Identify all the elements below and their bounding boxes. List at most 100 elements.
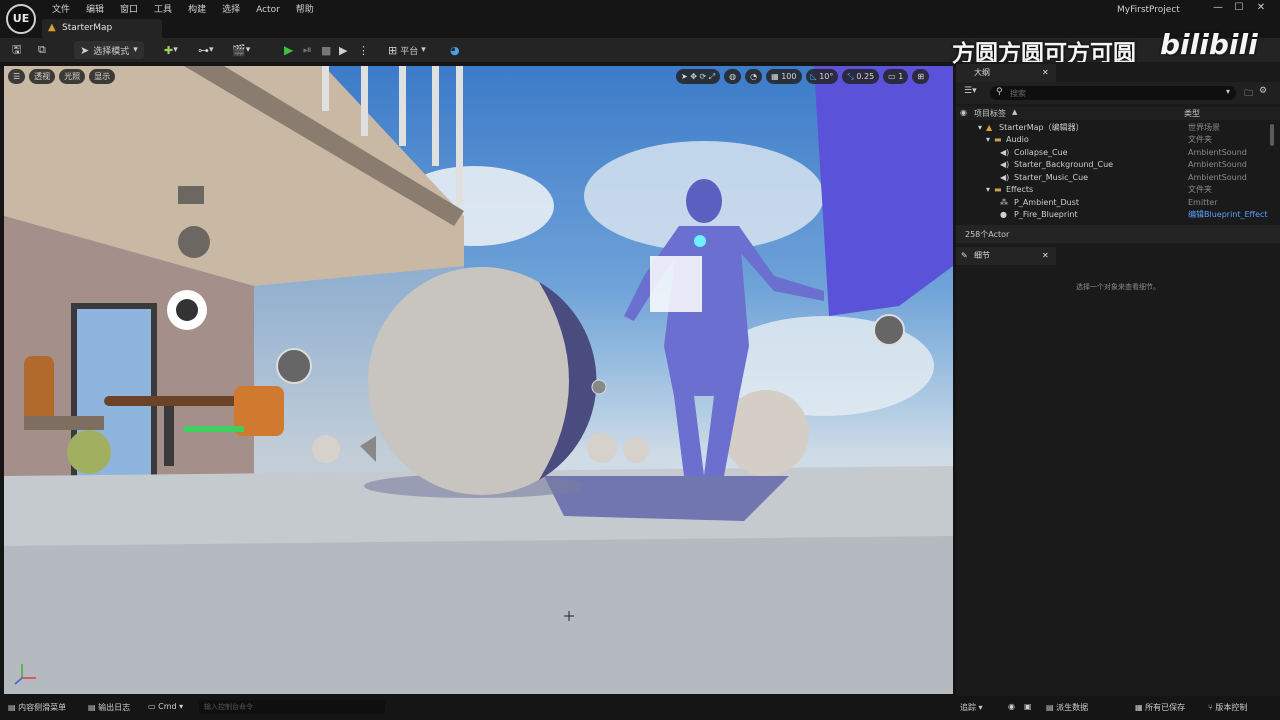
trace-label: 追踪 (960, 703, 976, 712)
cinematics-icon[interactable]: 🎬 ▾ (232, 41, 250, 59)
surface-snap-icon[interactable]: ◔ (745, 69, 763, 84)
camera-icon[interactable]: ▣ (1024, 702, 1032, 711)
title-bar: UE 文件 编辑 窗口 工具 构建 选择 Actor 帮助 ▲ StarterM… (0, 0, 1280, 38)
outliner-row[interactable]: ▾ ▬ Audio 文件夹 (956, 134, 1270, 146)
actor-count: 258个Actor (965, 230, 1010, 239)
trace-dropdown[interactable]: 追踪 ▾ (960, 702, 983, 713)
row-type-link[interactable]: 编辑Blueprint_Effect (1188, 209, 1268, 221)
output-log-button[interactable]: ▤ 输出日志 (88, 702, 130, 713)
maximize-button[interactable]: ☐ (1229, 2, 1249, 16)
launch-icon[interactable]: ▶ (339, 41, 347, 59)
close-icon[interactable]: ✕ (1042, 247, 1049, 265)
row-name: StarterMap（编辑器） (999, 123, 1084, 132)
outliner-row[interactable]: ▾ ▬ Effects 文件夹 (956, 184, 1270, 196)
outliner-row[interactable]: ⁂ P_Ambient_Dust Emitter (956, 197, 1270, 209)
row-type: 世界场景 (1188, 123, 1220, 132)
expand-arrow-icon[interactable]: ▾ (986, 134, 990, 146)
outliner-row[interactable]: ● P_Fire_Blueprint 编辑Blueprint_Effect (956, 209, 1270, 221)
scene-render (4, 66, 953, 694)
menu-build[interactable]: 构建 (180, 4, 214, 16)
play-button[interactable]: ▶ (284, 41, 293, 59)
outliner-filter-bar: ☰▾ ⚲ 搜索 ▾ 🗀 ⚙ (956, 82, 1280, 104)
lit-button[interactable]: 光照 (59, 69, 86, 84)
expand-arrow-icon[interactable]: ▾ (978, 122, 982, 134)
select-mode-dropdown[interactable]: ➤ 选择模式 ▾ (74, 41, 144, 59)
transform-tools[interactable]: ➤ ✥ ⟳ ⤢ (676, 69, 721, 84)
menu-edit[interactable]: 编辑 (78, 4, 112, 16)
menu-help[interactable]: 帮助 (288, 4, 322, 16)
content-browser-icon[interactable]: ⧉ (38, 41, 46, 59)
grid-snap-button[interactable]: ▦ 100 (766, 69, 802, 84)
stop-icon[interactable]: ■ (321, 41, 331, 59)
derived-data-label: 派生数据 (1056, 703, 1089, 712)
cmd-dropdown[interactable]: ▭ Cmd ▾ (148, 702, 183, 711)
viewport-menu-icon[interactable]: ☰ (8, 69, 26, 84)
marketplace-icon[interactable]: ◕ (450, 41, 460, 59)
tab-details[interactable]: ✎ 细节 ✕ (956, 247, 1056, 265)
platform-icon: ⊞ (388, 43, 398, 57)
level-viewport[interactable]: ☰ 透视 光照 显示 ➤ ✥ ⟳ ⤢ ◍ ◔ ▦ 100 ◺ 10° ⤡ 0.2… (4, 66, 953, 694)
settings-icon[interactable]: ⚙ (1259, 86, 1267, 96)
derived-data-button[interactable]: ▤ 派生数据 (1046, 702, 1088, 713)
filter-icon[interactable]: ☰▾ (964, 86, 977, 96)
visibility-icon[interactable]: ◉ (960, 108, 967, 117)
row-name: P_Fire_Blueprint (1014, 210, 1078, 219)
record-icon[interactable]: ◉ (1008, 702, 1015, 711)
outliner-search-input[interactable]: ⚲ 搜索 ▾ (990, 86, 1236, 100)
folder-icon: ▬ (994, 135, 1002, 144)
save-all-button[interactable]: ▦ 所有已保存 (1135, 702, 1185, 713)
row-type: AmbientSound (1188, 160, 1247, 169)
content-drawer-button[interactable]: ▤ 内容侧滑菜单 (8, 702, 66, 713)
outliner-row[interactable]: ◀) Starter_Background_Cue AmbientSound (956, 159, 1270, 171)
row-type: AmbientSound (1188, 148, 1247, 157)
actor-count-bar: 258个Actor (956, 225, 1280, 243)
platform-dropdown[interactable]: ⊞ 平台 ▾ (388, 41, 426, 59)
console-input[interactable]: 输入控制台命令 (199, 700, 385, 714)
add-folder-icon[interactable]: 🗀 (1244, 86, 1253, 102)
outliner-scrollbar[interactable] (1270, 124, 1274, 146)
save-icon[interactable]: 🖫 (12, 41, 21, 59)
world-local-icon[interactable]: ◍ (724, 69, 742, 84)
maximize-viewport-icon[interactable]: ⊞ (912, 69, 930, 84)
sound-icon: ◀) (1000, 148, 1010, 157)
add-actor-icon[interactable]: ✚ ▾ (164, 41, 178, 59)
row-name: Effects (1006, 185, 1034, 194)
step-icon[interactable]: ⏯ (303, 41, 312, 59)
tab-startermap[interactable]: ▲ StarterMap (42, 19, 162, 38)
source-control-button[interactable]: ⑂ 版本控制 (1208, 702, 1247, 713)
camera-speed-button[interactable]: ▭ 1 (883, 69, 909, 84)
outliner-row[interactable]: ▾ ▲ StarterMap（编辑器） 世界场景 (956, 122, 1270, 134)
close-icon[interactable]: ✕ (1042, 64, 1049, 82)
scale-snap-button[interactable]: ⤡ 0.25 (842, 69, 880, 84)
lit-label: 光照 (64, 72, 81, 81)
expand-arrow-icon[interactable]: ▾ (986, 184, 990, 196)
unreal-logo[interactable]: UE (6, 4, 36, 34)
cursor-icon: ➤ (80, 43, 90, 57)
tab-details-label: 细节 (974, 251, 990, 260)
blueprint-icon[interactable]: ⊶ ▾ (198, 41, 214, 59)
grid-snap-value: 100 (781, 72, 797, 81)
col-label-header[interactable]: 项目标签 (974, 108, 1006, 119)
more-options-icon[interactable]: ⋮ (358, 41, 369, 59)
col-type-header[interactable]: 类型 (1184, 108, 1200, 119)
close-window-button[interactable]: ✕ (1251, 2, 1271, 16)
tab-outliner-label: 大纲 (974, 68, 990, 77)
menu-tools[interactable]: 工具 (146, 4, 180, 16)
tab-outliner[interactable]: 大纲 ✕ (956, 64, 1056, 82)
rotate-snap-button[interactable]: ◺ 10° (805, 69, 839, 84)
platform-label: 平台 (400, 46, 419, 57)
outliner-row[interactable]: ◀) Starter_Music_Cue AmbientSound (956, 172, 1270, 184)
output-log-label: 输出日志 (98, 703, 131, 712)
outliner-row[interactable]: ◀) Collapse_Cue AmbientSound (956, 147, 1270, 159)
database-icon: ▤ (1046, 703, 1054, 712)
pencil-icon: ✎ (961, 251, 968, 260)
menu-window[interactable]: 窗口 (112, 4, 146, 16)
console-placeholder: 输入控制台命令 (204, 703, 253, 711)
show-button[interactable]: 显示 (89, 69, 116, 84)
minimize-button[interactable]: — (1208, 2, 1228, 16)
menu-file[interactable]: 文件 (44, 4, 78, 16)
perspective-button[interactable]: 透视 (29, 69, 56, 84)
menu-select[interactable]: 选择 (214, 4, 248, 16)
log-icon: ▤ (88, 703, 96, 712)
menu-actor[interactable]: Actor (248, 4, 288, 16)
